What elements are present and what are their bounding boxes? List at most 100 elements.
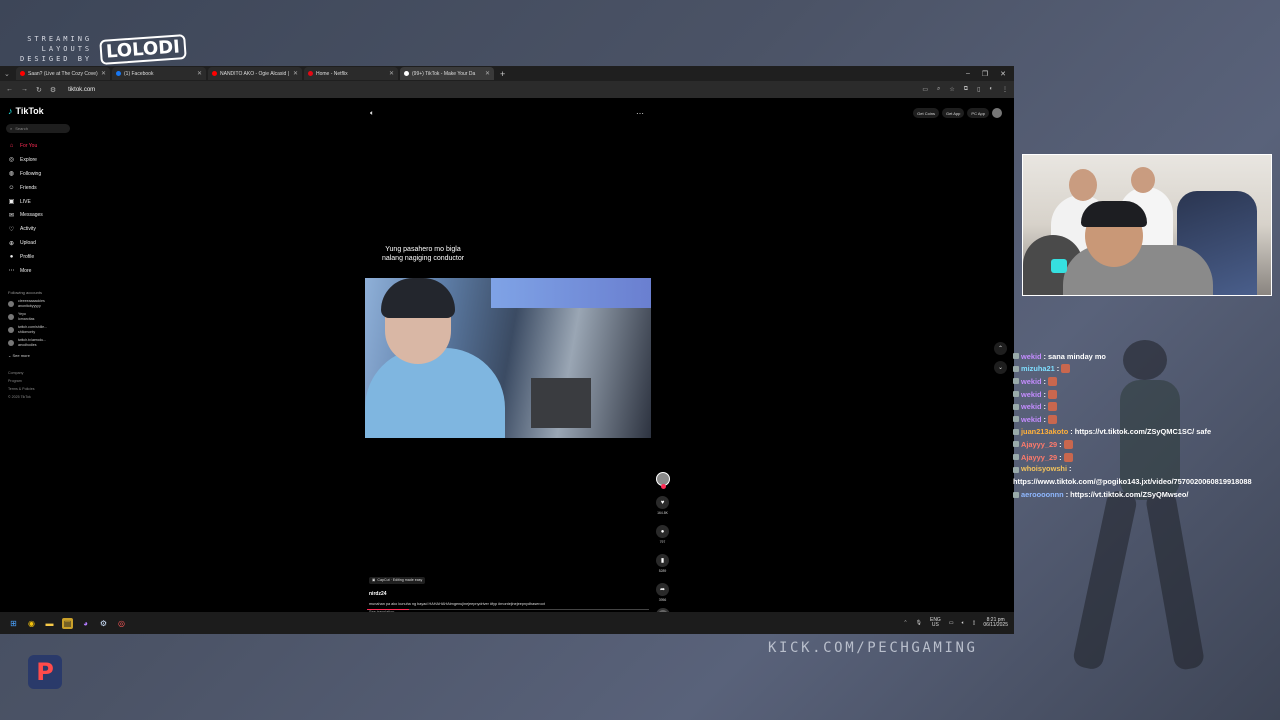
sidebar-item[interactable]: ⊕ Upload (6, 236, 74, 250)
chat-separator: : (1070, 427, 1073, 437)
url-field[interactable]: tiktok.com (68, 87, 95, 93)
like-action[interactable]: ♥ 164.8K (656, 496, 669, 515)
tab-close-icon[interactable]: ✕ (197, 70, 202, 77)
chat-username[interactable]: wekid (1021, 390, 1042, 399)
following-account[interactable]: twitch.tv/aerodu... aeodhodies (6, 338, 74, 347)
more-options-icon[interactable]: ⋯ (636, 109, 644, 118)
chat-badge-icon (1013, 466, 1019, 473)
sidebar-item[interactable]: ● Profile (6, 250, 74, 264)
cast-icon[interactable]: ▭ (922, 86, 928, 93)
following-account[interactable]: twitch.com/shille... shilomonty (6, 325, 74, 334)
tab-close-icon[interactable]: ✕ (293, 70, 298, 77)
profile-icon[interactable]: ◐ (989, 86, 993, 93)
comment-action[interactable]: ● 797 (656, 525, 669, 544)
user-avatar[interactable] (992, 108, 1002, 118)
top-action-button[interactable]: PC App (967, 108, 989, 118)
next-video-icon[interactable]: ⌄ (994, 361, 1007, 374)
sticky-app-icon[interactable]: ▤ (62, 617, 73, 629)
new-tab-icon[interactable]: + (500, 69, 505, 79)
network-icon[interactable]: ▭ (949, 620, 954, 626)
close-window-icon[interactable]: ✕ (1000, 70, 1006, 78)
file-explorer-icon[interactable]: ▬ (44, 618, 55, 629)
video-player[interactable] (365, 278, 651, 438)
browser-tab[interactable]: (1) Facebook ✕ (112, 67, 206, 80)
chat-username[interactable]: Ajayyy_29 (1021, 453, 1057, 462)
forward-icon[interactable]: → (21, 86, 28, 93)
tab-close-icon[interactable]: ✕ (101, 70, 106, 77)
top-action-button[interactable]: Get App (941, 108, 965, 118)
previous-video-icon[interactable]: ⌃ (994, 342, 1007, 355)
steam-icon[interactable]: ⚙ (98, 618, 109, 629)
chat-username[interactable]: wekid (1021, 415, 1042, 424)
menu-icon[interactable]: ⋮ (1002, 86, 1008, 93)
following-account[interactable]: Yeyo lomarcitas (6, 312, 74, 321)
sidebar-item[interactable]: ☺ Friends (6, 181, 74, 195)
tab-search-icon[interactable]: ⌄ (4, 70, 14, 78)
chat-username[interactable]: aeroooonnn (1021, 490, 1064, 499)
sidebar-item-label: Friends (20, 184, 37, 191)
chat-username[interactable]: whoisyowshi (1021, 463, 1067, 476)
sidebar-item[interactable]: ⋯ More (6, 264, 74, 278)
tab-close-icon[interactable]: ✕ (389, 70, 394, 77)
back-icon[interactable]: ← (6, 86, 13, 93)
following-account[interactable]: cleeeeaaaackies anonitobyyyyy (6, 299, 74, 308)
browser-tab[interactable]: Home - Netflix ✕ (304, 67, 398, 80)
search-input[interactable]: ⌕ Search (6, 124, 70, 133)
windows-start-icon[interactable]: ⊞ (8, 618, 19, 629)
keyboard-region: US (931, 622, 939, 628)
video-progress-bar[interactable] (367, 609, 649, 610)
chat-username[interactable]: mizuha21 (1021, 364, 1055, 373)
heart-icon[interactable]: ♥ (656, 496, 669, 509)
chat-text: https://www.tiktok.com/@pogiko143.jxt/vi… (1013, 476, 1252, 486)
speaker-icon[interactable]: 🔈︎ (962, 620, 965, 626)
chat-username[interactable]: Ajayyy_29 (1021, 440, 1057, 449)
footer-link[interactable]: Company (8, 369, 74, 377)
discord-icon[interactable]: ◕ (80, 618, 91, 629)
chrome-icon[interactable]: ◉ (26, 618, 37, 629)
language-indicator[interactable]: ENG US (930, 617, 941, 629)
browser-tab[interactable]: NANDITO AKO - Ogie Alcasid | ✕ (208, 67, 302, 80)
extensions-icon[interactable]: ⧉ (964, 86, 968, 93)
sidebar-item[interactable]: ◎ Explore (6, 153, 74, 167)
footer-link[interactable]: © 2025 TikTok (8, 393, 74, 401)
follow-plus-icon[interactable] (660, 484, 666, 489)
maximize-icon[interactable]: ❐ (982, 70, 988, 78)
video-author[interactable]: nirdz24 (369, 591, 659, 597)
browser-tab[interactable]: Saan? (Live at The Cozy Cove) ✕ (16, 67, 110, 80)
comment-icon[interactable]: ● (656, 525, 669, 538)
bookmark-icon[interactable]: ▮ (656, 554, 669, 567)
footer-link[interactable]: Program (8, 377, 74, 385)
zoom-icon[interactable]: ⌕ (937, 86, 940, 93)
microphone-icon[interactable]: 🎙︎ (916, 620, 922, 626)
side-panel-icon[interactable]: ▯ (977, 86, 980, 93)
sidebar-item[interactable]: ⌂ For You (6, 139, 74, 153)
reload-icon[interactable]: ↻ (36, 86, 42, 94)
footer-link[interactable]: Terms & Policies (8, 385, 74, 393)
obs-icon[interactable]: ◎ (116, 618, 127, 629)
tab-close-icon[interactable]: ✕ (485, 70, 490, 77)
minimize-icon[interactable]: – (966, 70, 970, 78)
sidebar-item[interactable]: ◍ Following (6, 167, 74, 181)
chat-username[interactable]: wekid (1021, 377, 1042, 386)
sidebar-item[interactable]: ♡ Activity (6, 222, 74, 236)
volume-icon[interactable]: 🔈︎ (370, 110, 374, 118)
top-action-button[interactable]: Get Coins (913, 108, 939, 118)
chat-username[interactable]: wekid (1021, 402, 1042, 411)
creator-avatar[interactable] (655, 472, 670, 489)
sidebar-item[interactable]: ✉ Messages (6, 208, 74, 222)
chat-username[interactable]: juan213akoto (1021, 427, 1068, 436)
site-info-icon[interactable]: ⚙ (50, 86, 56, 94)
battery-icon[interactable]: ▯ (973, 620, 976, 626)
sidebar-item[interactable]: ▣ LIVE (6, 195, 74, 209)
channel-logo: P (28, 655, 62, 689)
capcut-badge[interactable]: ▣ CapCut · Editing made easy (369, 576, 426, 584)
bookmark-star-icon[interactable]: ☆ (949, 86, 954, 93)
chat-username[interactable]: wekid (1021, 352, 1042, 361)
browser-tab[interactable]: (99+) TikTok - Make Your Da ✕ (400, 67, 494, 80)
see-more-link[interactable]: ⌄ See more (6, 353, 74, 358)
chat-emote-icon (1063, 439, 1073, 449)
chat-message: wekid: (1013, 388, 1273, 401)
tray-chevron-icon[interactable]: ⌃ (903, 620, 907, 626)
tiktok-logo[interactable]: ♪ TikTok (8, 106, 74, 116)
clock[interactable]: 8:21 pm 06/11/2025 (983, 617, 1008, 629)
